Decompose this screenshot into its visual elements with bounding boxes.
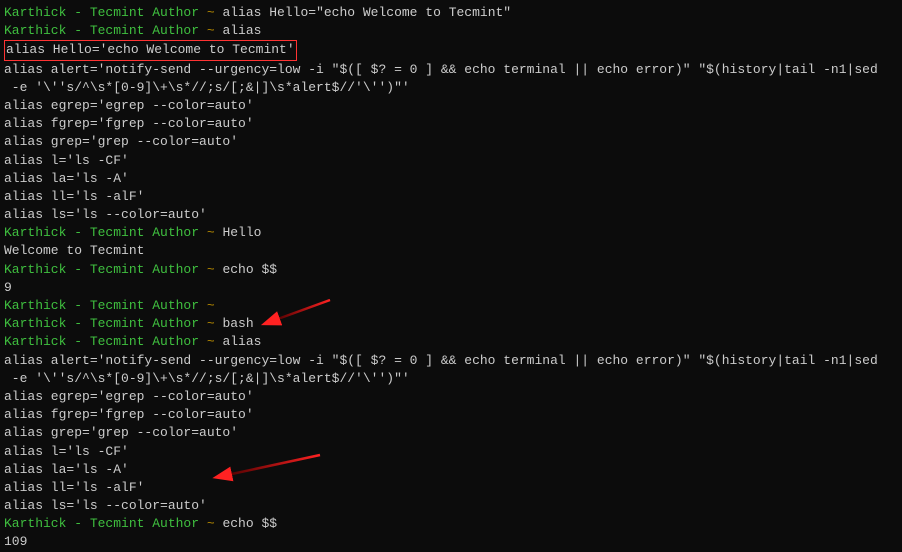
terminal-line: Karthick - Tecmint Author ~ echo $$ bbox=[4, 261, 898, 279]
terminal-line: Karthick - Tecmint Author ~ alias bbox=[4, 22, 898, 40]
terminal-line: alias grep='grep --color=auto' bbox=[4, 133, 898, 151]
terminal-line: Karthick - Tecmint Author ~ echo $$ bbox=[4, 515, 898, 533]
terminal-line: alias ll='ls -alF' bbox=[4, 479, 898, 497]
terminal-line: alias la='ls -A' bbox=[4, 461, 898, 479]
terminal-line: Karthick - Tecmint Author ~ Hello bbox=[4, 224, 898, 242]
prompt-tilde: ~ bbox=[207, 516, 223, 531]
output-text: alias l='ls -CF' bbox=[4, 153, 129, 168]
terminal-line: alias ll='ls -alF' bbox=[4, 188, 898, 206]
terminal-line: -e '\''s/^\s*[0-9]\+\s*//;s/[;&|]\s*aler… bbox=[4, 370, 898, 388]
output-text: alias ll='ls -alF' bbox=[4, 189, 144, 204]
shell-prompt: Karthick - Tecmint Author bbox=[4, 316, 207, 331]
terminal-line: -e '\''s/^\s*[0-9]\+\s*//;s/[;&|]\s*aler… bbox=[4, 79, 898, 97]
terminal-line: Karthick - Tecmint Author ~ bash bbox=[4, 315, 898, 333]
terminal-line: alias ls='ls --color=auto' bbox=[4, 497, 898, 515]
output-text: alias grep='grep --color=auto' bbox=[4, 425, 238, 440]
shell-prompt: Karthick - Tecmint Author bbox=[4, 298, 207, 313]
output-text: alias la='ls -A' bbox=[4, 171, 129, 186]
shell-prompt: Karthick - Tecmint Author bbox=[4, 23, 207, 38]
shell-prompt: Karthick - Tecmint Author bbox=[4, 225, 207, 240]
output-text: alias alert='notify-send --urgency=low -… bbox=[4, 353, 878, 368]
output-text: -e '\''s/^\s*[0-9]\+\s*//;s/[;&|]\s*aler… bbox=[4, 80, 410, 95]
highlighted-output: alias Hello='echo Welcome to Tecmint' bbox=[4, 40, 297, 60]
terminal-line: alias egrep='egrep --color=auto' bbox=[4, 97, 898, 115]
command-text: alias Hello="echo Welcome to Tecmint" bbox=[222, 5, 511, 20]
output-text: alias ll='ls -alF' bbox=[4, 480, 144, 495]
output-text: alias alert='notify-send --urgency=low -… bbox=[4, 62, 878, 77]
output-text: alias ls='ls --color=auto' bbox=[4, 207, 207, 222]
output-text: 109 bbox=[4, 534, 27, 549]
terminal-line: alias l='ls -CF' bbox=[4, 152, 898, 170]
output-text: alias egrep='egrep --color=auto' bbox=[4, 98, 254, 113]
shell-prompt: Karthick - Tecmint Author bbox=[4, 262, 207, 277]
output-text: alias ls='ls --color=auto' bbox=[4, 498, 207, 513]
command-text: echo $$ bbox=[222, 262, 277, 277]
prompt-tilde: ~ bbox=[207, 334, 223, 349]
terminal-line: alias la='ls -A' bbox=[4, 170, 898, 188]
output-text: -e '\''s/^\s*[0-9]\+\s*//;s/[;&|]\s*aler… bbox=[4, 371, 410, 386]
command-text: alias bbox=[222, 334, 261, 349]
terminal-line: alias egrep='egrep --color=auto' bbox=[4, 388, 898, 406]
output-text: alias grep='grep --color=auto' bbox=[4, 134, 238, 149]
terminal-line: alias ls='ls --color=auto' bbox=[4, 206, 898, 224]
terminal-line: Karthick - Tecmint Author ~ alias Hello=… bbox=[4, 4, 898, 22]
terminal-line: alias l='ls -CF' bbox=[4, 443, 898, 461]
shell-prompt: Karthick - Tecmint Author bbox=[4, 334, 207, 349]
output-text: alias fgrep='fgrep --color=auto' bbox=[4, 407, 254, 422]
terminal-output[interactable]: Karthick - Tecmint Author ~ alias Hello=… bbox=[4, 4, 898, 552]
prompt-tilde: ~ bbox=[207, 298, 223, 313]
prompt-tilde: ~ bbox=[207, 262, 223, 277]
terminal-line: Welcome to Tecmint bbox=[4, 242, 898, 260]
terminal-line: Karthick - Tecmint Author ~ alias bbox=[4, 333, 898, 351]
terminal-line: alias Hello='echo Welcome to Tecmint' bbox=[4, 40, 898, 60]
terminal-line: 109 bbox=[4, 533, 898, 551]
output-text: alias fgrep='fgrep --color=auto' bbox=[4, 116, 254, 131]
prompt-tilde: ~ bbox=[207, 5, 223, 20]
command-text: alias bbox=[222, 23, 261, 38]
output-text: Welcome to Tecmint bbox=[4, 243, 144, 258]
output-text: 9 bbox=[4, 280, 12, 295]
shell-prompt: Karthick - Tecmint Author bbox=[4, 516, 207, 531]
command-text: Hello bbox=[222, 225, 261, 240]
shell-prompt: Karthick - Tecmint Author bbox=[4, 5, 207, 20]
prompt-tilde: ~ bbox=[207, 23, 223, 38]
prompt-tilde: ~ bbox=[207, 316, 223, 331]
terminal-line: alias grep='grep --color=auto' bbox=[4, 424, 898, 442]
terminal-line: alias alert='notify-send --urgency=low -… bbox=[4, 352, 898, 370]
terminal-line: alias fgrep='fgrep --color=auto' bbox=[4, 406, 898, 424]
prompt-tilde: ~ bbox=[207, 225, 223, 240]
output-text: alias la='ls -A' bbox=[4, 462, 129, 477]
command-text: bash bbox=[222, 316, 253, 331]
terminal-line: Karthick - Tecmint Author ~ bbox=[4, 297, 898, 315]
command-text: echo $$ bbox=[222, 516, 277, 531]
terminal-line: alias alert='notify-send --urgency=low -… bbox=[4, 61, 898, 79]
terminal-line: 9 bbox=[4, 279, 898, 297]
output-text: alias l='ls -CF' bbox=[4, 444, 129, 459]
terminal-line: alias fgrep='fgrep --color=auto' bbox=[4, 115, 898, 133]
output-text: alias egrep='egrep --color=auto' bbox=[4, 389, 254, 404]
